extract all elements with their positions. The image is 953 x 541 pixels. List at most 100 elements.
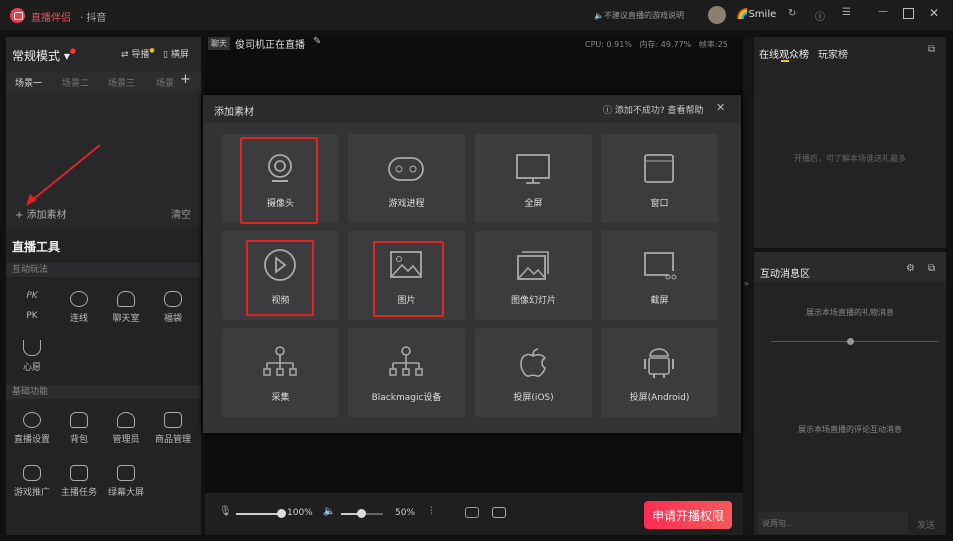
camera-switch-icon[interactable] [465,507,479,518]
tool-backpack[interactable]: 背包 [56,412,102,445]
audio-control-bar: 🎙 100% 🔈 50% ⫶ 申请开播权限 [205,493,743,535]
send-button[interactable]: 发送 [917,518,935,531]
tool-label: 直播设置 [13,435,50,445]
tab-players[interactable]: 玩家榜 [818,46,848,61]
tools-title: 直播工具 [12,240,61,254]
microphone-icon[interactable]: 🎙 [219,506,232,517]
source-tile-label: 图像幻灯片 [510,296,556,306]
source-tile[interactable]: 游戏进程 [348,134,465,223]
panel-splitter[interactable]: » [743,37,753,535]
highlight-box [373,241,444,317]
speaker-icon[interactable]: 🔈 [323,506,335,517]
source-tile[interactable]: 投屏(iOS) [475,328,592,417]
edit-title-icon[interactable]: ✎ [313,36,321,47]
apply-stream-permission-button[interactable]: 申请开播权限 [644,501,732,529]
add-scene-icon[interactable]: + [180,72,191,87]
maximize-icon[interactable] [903,8,914,19]
landscape-button[interactable]: ▯ 横屏 [163,47,189,60]
ranking-hint: 开播后，可了解本场谁送礼最多 [794,154,906,163]
dialog-close-icon[interactable]: ✕ [716,101,725,114]
chat-tag: 聊天 [208,37,230,50]
tool-connect[interactable]: 连线 [56,291,102,324]
popout-icon[interactable]: ⧉ [928,44,935,55]
tab-scene-4[interactable]: 场景 [156,76,174,89]
menu-icon[interactable]: ☰ [842,7,851,18]
mixer-icon[interactable]: ⫶ [430,506,433,517]
source-tile[interactable]: 全屏 [475,134,592,223]
tab-scene-2[interactable]: 场景二 [62,76,89,89]
source-tile[interactable]: 截屏 [601,231,718,320]
user-icon [117,412,135,428]
tool-pk[interactable]: PK PK [9,291,55,321]
highlight-box [240,137,318,224]
mic-volume-slider[interactable] [236,513,281,515]
add-source-dialog: 添加素材 ⓘ 添加不成功? 查看帮助 ✕ 摄像头 游戏进程 全屏 窗口 视频 图片 图像幻灯… [203,95,741,433]
username[interactable]: 🌈Smile [736,9,776,20]
camera-icon[interactable] [492,507,506,518]
tool-wish[interactable]: 心愿 [9,340,55,373]
close-icon[interactable]: ✕ [929,6,939,20]
tool-live-settings[interactable]: 直播设置 [9,412,55,445]
source-tile-label: Blackmagic设备 [371,393,442,403]
comment-input[interactable] [758,512,908,534]
speaker-volume-knob[interactable] [357,509,366,518]
tool-admin[interactable]: 管理员 [103,412,149,445]
dialog-header: 添加素材 ⓘ 添加不成功? 查看帮助 ✕ [203,95,741,123]
source-tile[interactable]: 窗口 [601,134,718,223]
tool-label: 连线 [69,314,88,324]
capture-hierarchy-icon [263,346,297,376]
tab-online-audience[interactable]: 在线观众榜 [759,46,809,61]
mode-label: 常规模式 [12,49,61,63]
tool-products[interactable]: 商品管理 [150,412,196,445]
dialog-title: 添加素材 [214,107,254,118]
help-icon[interactable]: ⓘ [815,8,825,23]
settings-icon[interactable]: ⚙ [906,263,915,274]
clear-button[interactable]: 清空 [171,206,191,221]
tab-scene-1[interactable]: 场景一 [15,76,42,89]
add-source-button[interactable]: + 添加素材 [15,206,67,221]
tool-label: 主播任务 [60,488,97,498]
help-link[interactable]: ⓘ 添加不成功? 查看帮助 [603,103,704,116]
tool-lucky-bag[interactable]: 福袋 [150,291,196,324]
blackmagic-hierarchy-icon [389,346,423,376]
tab-scene-3[interactable]: 场景三 [108,76,135,89]
highlight-box [246,240,314,316]
window-icon [644,154,674,183]
popout-icon[interactable]: ⧉ [928,263,935,274]
platform-name: · 抖音 [80,13,107,24]
tool-green-screen[interactable]: 绿幕大屏 [103,465,149,498]
scene-tabs: 场景一 场景二 场景三 场景 + [6,71,201,93]
mode-selector[interactable]: 常规模式 ▾● [12,47,76,64]
left-panel: 常规模式 ▾● ⇄ 导播● ▯ 横屏 场景一 场景二 场景三 场景 + + 添加… [6,37,201,535]
tool-label: 管理员 [112,435,140,445]
tool-game-promo[interactable]: 游戏推广 [9,465,55,498]
tool-tasks[interactable]: 主播任务 [56,465,102,498]
source-tile[interactable]: 投屏(Android) [601,328,718,417]
divider-handle[interactable] [771,341,939,342]
tool-label: 绿幕大屏 [107,488,144,498]
screenshot-icon [644,252,677,280]
tool-chatroom[interactable]: 聊天室 [103,291,149,324]
resize-handle[interactable] [847,338,854,345]
guide-button[interactable]: ⇄ 导播● [121,47,155,60]
source-tile[interactable]: Blackmagic设备 [348,328,465,417]
mic-volume-value: 100% [287,508,313,518]
minimize-icon[interactable]: — [878,6,888,17]
game-notice-link[interactable]: 🔈不建议直播的游戏说明 [594,10,684,21]
source-tile[interactable]: 图像幻灯片 [475,231,592,320]
refresh-icon[interactable]: ↻ [788,8,796,19]
source-tile-label: 游戏进程 [388,199,425,209]
backpack-icon [70,412,88,428]
source-tile-label: 窗口 [650,199,669,209]
mic-volume-knob[interactable] [277,509,286,518]
interaction-title: 互动消息区 [760,269,810,280]
performance-stats: CPU: 0.91% 内存: 49.77% 帧率:25 [585,40,728,49]
tool-label: 背包 [69,435,88,445]
avatar[interactable] [708,6,726,24]
app-name: 直播伴侣 [31,13,71,24]
source-tile-label: 全屏 [524,199,543,209]
section-basic: 基础功能 [6,385,201,399]
apple-icon [520,348,547,377]
section-interactive: 互动玩法 [6,263,201,277]
source-tile[interactable]: 采集 [222,328,339,417]
